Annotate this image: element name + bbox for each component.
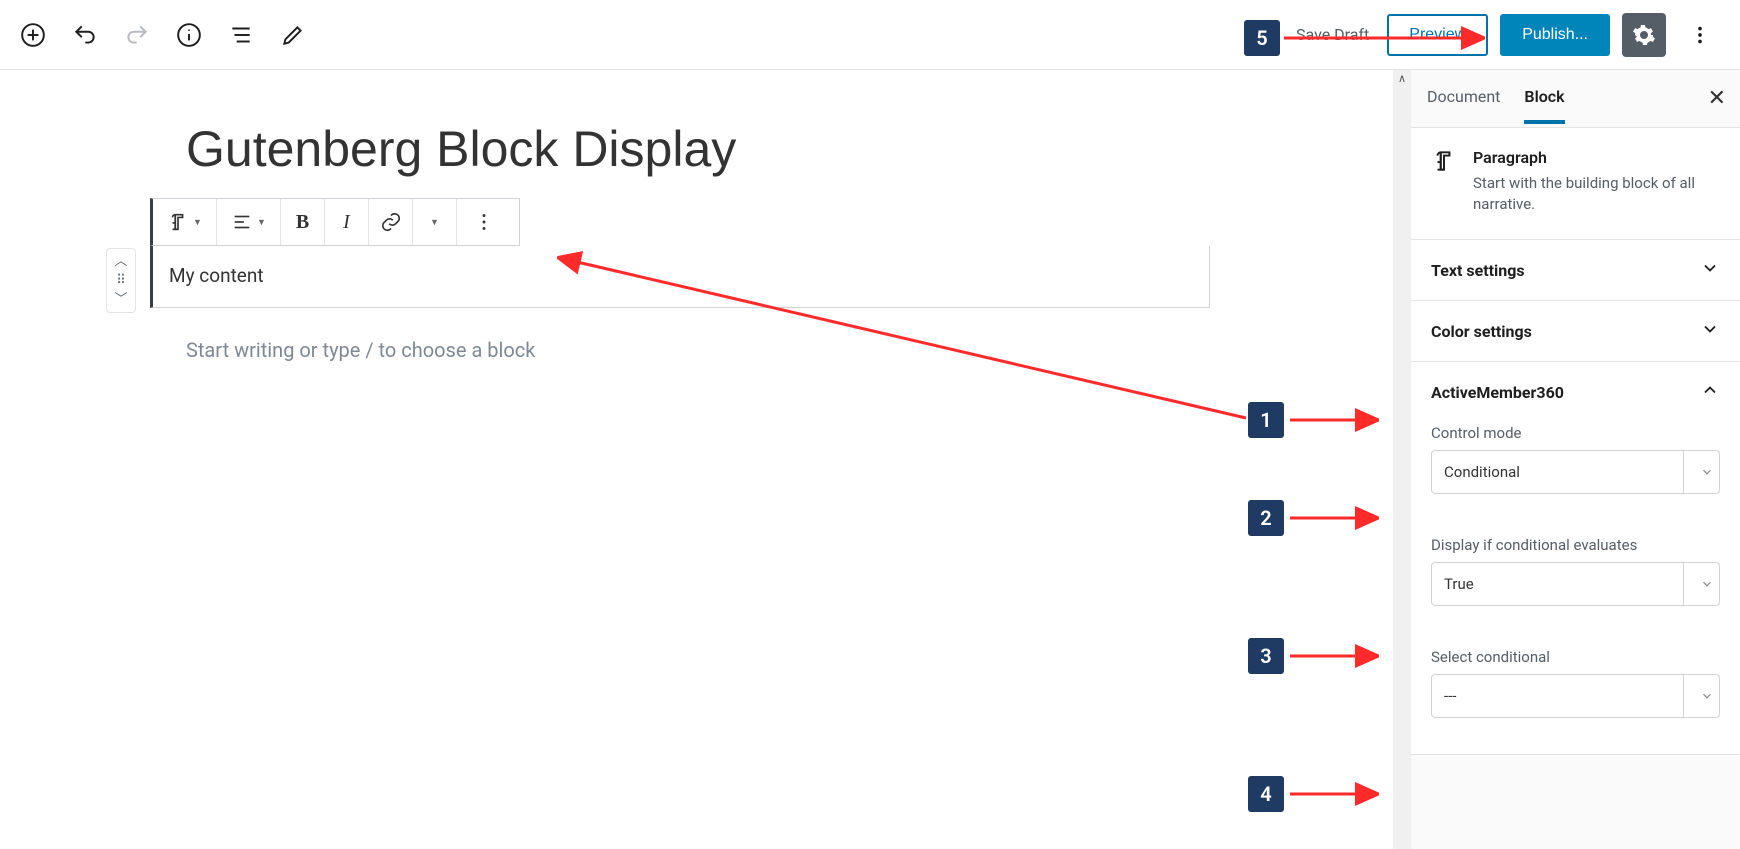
chevron-down-icon — [1683, 563, 1719, 605]
block-toolbar: ▼ ▼ B I ▼ — [150, 198, 520, 246]
publish-button[interactable]: Publish... — [1500, 14, 1610, 56]
control-mode-value: Conditional — [1444, 463, 1520, 481]
annotation-marker-5: 5 — [1244, 20, 1280, 56]
panel-text-settings[interactable]: Text settings — [1411, 240, 1740, 301]
editor-layout: Gutenberg Block Display ︿ ⠿ ﹀ ▼ ▼ B I — [0, 70, 1740, 849]
info-icon[interactable] — [174, 20, 204, 50]
panel-activemember360-header[interactable]: ActiveMember360 — [1431, 380, 1720, 404]
block-card-title: Paragraph — [1473, 148, 1720, 167]
display-if-select[interactable]: True — [1431, 562, 1720, 606]
panel-activemember360-title: ActiveMember360 — [1431, 383, 1564, 402]
drag-handle-icon[interactable]: ⠿ — [116, 274, 126, 287]
select-conditional-label: Select conditional — [1431, 648, 1720, 666]
italic-button[interactable]: I — [325, 199, 369, 245]
settings-button[interactable] — [1622, 13, 1666, 57]
move-down-icon[interactable]: ﹀ — [114, 293, 127, 306]
block-wrapper: ︿ ⠿ ﹀ ▼ ▼ B I ▼ — [150, 198, 1210, 308]
paragraph-icon — [1431, 148, 1457, 174]
close-sidebar-button[interactable]: ✕ — [1708, 86, 1726, 111]
panel-text-settings-title: Text settings — [1431, 261, 1525, 280]
block-appender[interactable]: Start writing or type / to choose a bloc… — [186, 338, 1410, 362]
select-conditional-value: --- — [1444, 687, 1456, 705]
more-options-button[interactable] — [1678, 13, 1722, 57]
settings-sidebar: ∧ Document Block ✕ Paragraph Start with … — [1410, 70, 1740, 849]
text-align-button[interactable]: ▼ — [217, 199, 281, 245]
more-rich-text-button[interactable]: ▼ — [413, 199, 457, 245]
display-if-label: Display if conditional evaluates — [1431, 536, 1720, 554]
select-conditional-select[interactable]: --- — [1431, 674, 1720, 718]
paragraph-block[interactable]: My content — [150, 246, 1210, 308]
block-more-options[interactable] — [457, 199, 511, 245]
control-mode-label: Control mode — [1431, 424, 1720, 442]
scroll-up-icon[interactable]: ∧ — [1393, 72, 1411, 85]
sidebar-tabs: Document Block ✕ — [1411, 70, 1740, 128]
toolbar-right-group: Save Draft Preview Publish... — [1290, 13, 1722, 57]
bold-button[interactable]: B — [281, 199, 325, 245]
redo-icon[interactable] — [122, 20, 152, 50]
chevron-down-icon — [1700, 319, 1720, 343]
panel-color-settings-title: Color settings — [1431, 322, 1532, 341]
tab-document[interactable]: Document — [1427, 87, 1500, 110]
annotation-marker-3: 3 — [1248, 638, 1284, 674]
annotation-marker-2: 2 — [1248, 500, 1284, 536]
panel-activemember360: ActiveMember360 Control mode Conditional… — [1411, 362, 1740, 755]
annotation-marker-4: 4 — [1248, 776, 1284, 812]
toolbar-left-group — [18, 20, 308, 50]
tab-block[interactable]: Block — [1524, 87, 1564, 124]
post-title[interactable]: Gutenberg Block Display — [186, 120, 1410, 178]
scrollbar[interactable]: ∧ — [1393, 70, 1411, 849]
save-draft-button[interactable]: Save Draft — [1290, 17, 1375, 52]
control-mode-select[interactable]: Conditional — [1431, 450, 1720, 494]
edit-icon[interactable] — [278, 20, 308, 50]
block-card: Paragraph Start with the building block … — [1411, 128, 1740, 240]
display-if-value: True — [1444, 575, 1474, 593]
top-toolbar: Save Draft Preview Publish... — [0, 0, 1740, 70]
chevron-up-icon — [1700, 380, 1720, 404]
outline-icon[interactable] — [226, 20, 256, 50]
editor-canvas: Gutenberg Block Display ︿ ⠿ ﹀ ▼ ▼ B I — [0, 70, 1410, 849]
block-card-description: Start with the building block of all nar… — [1473, 173, 1720, 215]
chevron-down-icon — [1683, 451, 1719, 493]
link-button[interactable] — [369, 199, 413, 245]
annotation-marker-1: 1 — [1248, 402, 1284, 438]
undo-icon[interactable] — [70, 20, 100, 50]
add-block-icon[interactable] — [18, 20, 48, 50]
preview-button[interactable]: Preview — [1387, 14, 1488, 56]
move-up-icon[interactable]: ︿ — [114, 255, 127, 268]
block-type- switch[interactable]: ▼ — [153, 199, 217, 245]
block-mover[interactable]: ︿ ⠿ ﹀ — [106, 248, 136, 313]
chevron-down-icon — [1683, 675, 1719, 717]
panel-color-settings[interactable]: Color settings — [1411, 301, 1740, 362]
chevron-down-icon — [1700, 258, 1720, 282]
